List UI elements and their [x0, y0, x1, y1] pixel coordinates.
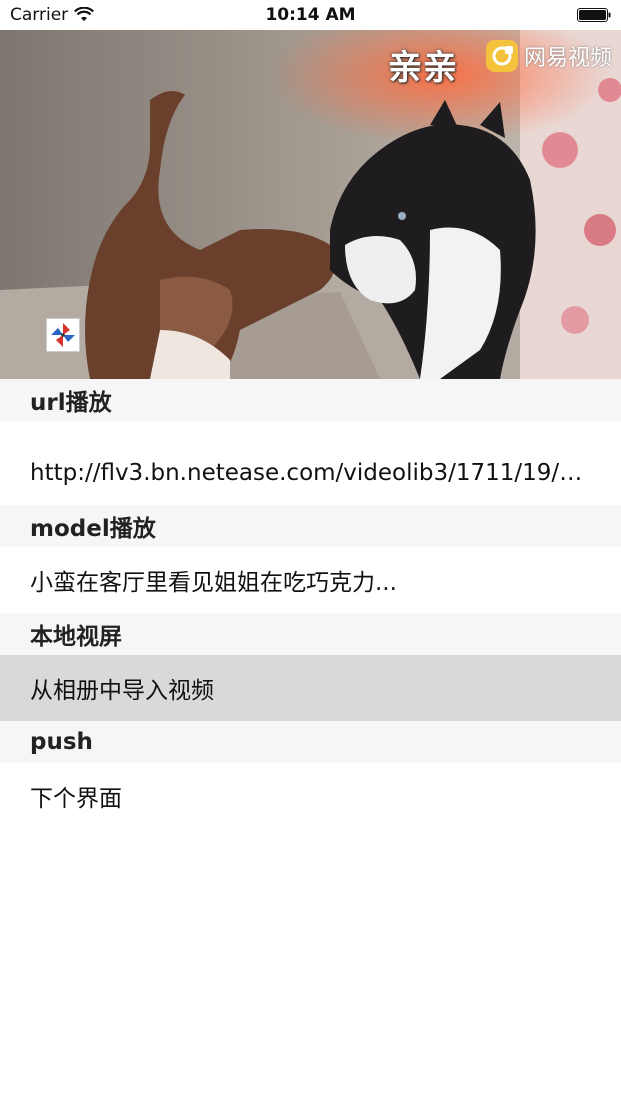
- section-header-local-video: 本地视屏: [0, 613, 621, 655]
- status-bar: Carrier 10:14 AM: [0, 0, 621, 30]
- table-view: url播放 http://flv3.bn.netease.com/videoli…: [0, 379, 621, 829]
- row-import-label: 从相册中导入视频: [30, 678, 214, 704]
- section-header-model-play: model播放: [0, 505, 621, 547]
- video-frame: [0, 30, 621, 379]
- section-header-url-play: url播放: [0, 379, 621, 421]
- row-url-play[interactable]: http://flv3.bn.netease.com/videolib3/171…: [0, 421, 621, 505]
- netease-video-logo: 网易视频: [484, 38, 612, 74]
- netease-logo-icon: [486, 40, 518, 72]
- section-header-push: push: [0, 721, 621, 763]
- row-model-label: 小蛮在客厅里看见姐姐在吃巧克力...: [30, 570, 397, 596]
- video-player[interactable]: 亲亲 网易视频: [0, 30, 621, 379]
- row-next-screen[interactable]: 下个界面: [0, 763, 621, 829]
- row-import-from-album[interactable]: 从相册中导入视频: [0, 655, 621, 721]
- row-next-label: 下个界面: [30, 786, 122, 812]
- status-time: 10:14 AM: [265, 5, 356, 25]
- logo-text: 网易视频: [524, 46, 613, 71]
- pinwheel-icon: [46, 318, 80, 352]
- video-caption: 亲亲: [388, 48, 458, 88]
- row-url-label: http://flv3.bn.netease.com/videolib3/171…: [30, 460, 591, 486]
- battery-icon: [577, 8, 611, 22]
- row-model-play[interactable]: 小蛮在客厅里看见姐姐在吃巧克力...: [0, 547, 621, 613]
